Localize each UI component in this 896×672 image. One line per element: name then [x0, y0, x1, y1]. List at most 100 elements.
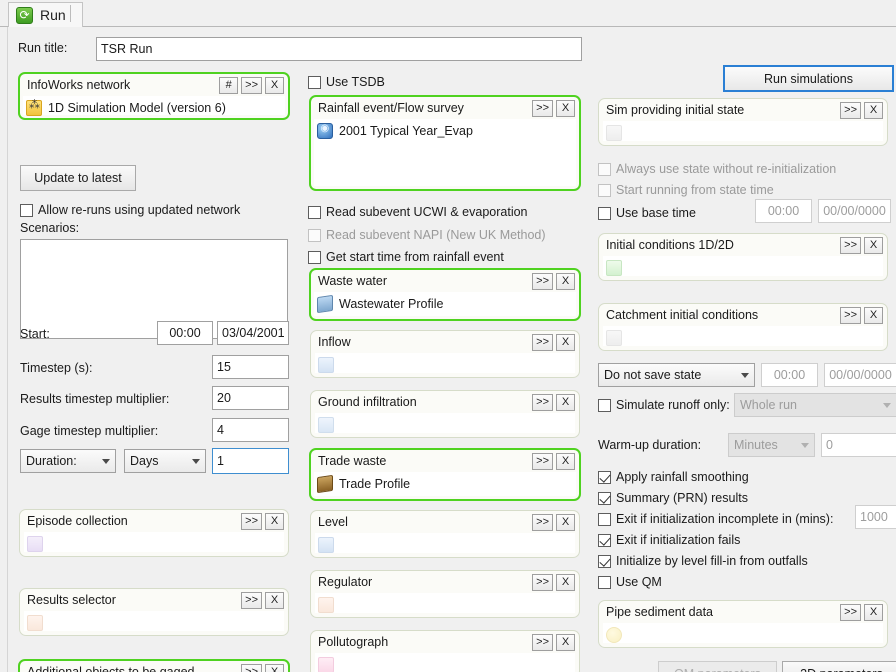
results-selector-clear-button[interactable]: X — [265, 591, 284, 609]
pollutograph-group[interactable]: Pollutograph >> X — [310, 630, 580, 672]
additional-objects-group[interactable]: Additional objects to be gaged >> X Trea… — [18, 659, 290, 672]
exit-if-init-incomplete-input[interactable] — [855, 505, 896, 529]
list-item[interactable]: 2001 Typical Year_Evap — [317, 121, 573, 140]
inflow-group[interactable]: Inflow >> X — [310, 330, 580, 378]
waste-water-group[interactable]: Waste water >> X Wastewater Profile — [309, 268, 581, 321]
results-selector-browse-button[interactable]: >> — [241, 591, 262, 609]
initial-conditions-list[interactable] — [603, 256, 883, 276]
ground-infiltration-clear-button[interactable]: X — [556, 393, 575, 411]
gage-multiplier-input[interactable] — [212, 418, 289, 442]
sim-initial-state-browse-button[interactable]: >> — [840, 101, 861, 119]
rainfall-browse-button[interactable]: >> — [532, 99, 553, 117]
get-start-time-checkbox[interactable]: Get start time from rainfall event — [308, 247, 504, 267]
save-state-date-input[interactable] — [824, 363, 896, 387]
ground-infiltration-group[interactable]: Ground infiltration >> X — [310, 390, 580, 438]
regulator-clear-button[interactable]: X — [556, 573, 575, 591]
read-subevent-ucwi-checkbox[interactable]: Read subevent UCWI & evaporation — [308, 202, 528, 222]
additional-objects-browse-button[interactable]: >> — [241, 663, 262, 672]
rainfall-clear-button[interactable]: X — [556, 99, 575, 117]
pipe-sediment-browse-button[interactable]: >> — [840, 603, 861, 621]
episode-collection-group[interactable]: Episode collection >> X — [19, 509, 289, 557]
allow-reruns-checkbox[interactable]: Allow re-runs using updated network — [20, 200, 240, 220]
timestep-input[interactable] — [212, 355, 289, 379]
start-date-input[interactable] — [217, 321, 289, 345]
pipe-sediment-list[interactable] — [603, 623, 883, 643]
base-time-input[interactable] — [755, 199, 812, 223]
inflow-browse-button[interactable]: >> — [532, 333, 553, 351]
initial-conditions-clear-button[interactable]: X — [864, 236, 883, 254]
level-list[interactable] — [315, 533, 575, 553]
infoworks-hash-button[interactable]: # — [219, 76, 239, 94]
update-to-latest-button[interactable]: Update to latest — [20, 165, 136, 191]
summary-prn-results-checkbox[interactable]: Summary (PRN) results — [598, 488, 748, 508]
ground-infiltration-list[interactable] — [315, 413, 575, 433]
trade-waste-clear-button[interactable]: X — [556, 452, 575, 470]
list-item[interactable]: Trade Profile — [317, 474, 573, 493]
pipe-sediment-group[interactable]: Pipe sediment data >> X — [598, 600, 888, 648]
infoworks-network-list[interactable]: 1D Simulation Model (version 6) — [23, 96, 285, 117]
inflow-list[interactable] — [315, 353, 575, 373]
duration-value-input[interactable] — [212, 448, 289, 474]
catchment-initial-list[interactable] — [603, 326, 883, 346]
results-selector-list[interactable] — [24, 611, 284, 631]
warmup-value-input[interactable] — [821, 433, 896, 457]
level-clear-button[interactable]: X — [556, 513, 575, 531]
trade-waste-browse-button[interactable]: >> — [532, 452, 553, 470]
regulator-list[interactable] — [315, 593, 575, 613]
inflow-clear-button[interactable]: X — [556, 333, 575, 351]
episode-clear-button[interactable]: X — [265, 512, 284, 530]
sim-initial-state-list[interactable] — [603, 121, 883, 141]
results-multiplier-input[interactable] — [212, 386, 289, 410]
initial-conditions-group[interactable]: Initial conditions 1D/2D >> X — [598, 233, 888, 281]
episode-browse-button[interactable]: >> — [241, 512, 262, 530]
use-base-time-checkbox[interactable]: Use base time — [598, 203, 696, 223]
catchment-initial-clear-button[interactable]: X — [864, 306, 883, 324]
infoworks-browse-button[interactable]: >> — [241, 76, 262, 94]
results-selector-group[interactable]: Results selector >> X — [19, 588, 289, 636]
infoworks-network-group[interactable]: InfoWorks network # >> X 1D Simulation M… — [18, 72, 290, 120]
duration-unit-select[interactable]: Days — [124, 449, 206, 473]
episode-collection-list[interactable] — [24, 532, 284, 552]
trade-waste-list[interactable]: Trade Profile — [314, 472, 576, 496]
use-tsdb-checkbox[interactable]: Use TSDB — [308, 72, 385, 92]
exit-if-init-fails-checkbox[interactable]: Exit if initialization fails — [598, 530, 740, 550]
list-item[interactable]: Wastewater Profile — [317, 294, 573, 313]
waste-water-browse-button[interactable]: >> — [532, 272, 553, 290]
waste-water-list[interactable]: Wastewater Profile — [314, 292, 576, 316]
start-time-input[interactable] — [157, 321, 213, 345]
tab-run[interactable]: ⟳ Run — [8, 2, 83, 27]
exit-if-init-incomplete-checkbox[interactable]: Exit if initialization incomplete in (mi… — [598, 509, 833, 529]
sim-initial-state-group[interactable]: Sim providing initial state >> X — [598, 98, 888, 146]
run-title-input[interactable] — [96, 37, 582, 61]
run-simulations-button[interactable]: Run simulations — [723, 65, 894, 92]
level-browse-button[interactable]: >> — [532, 513, 553, 531]
apply-rainfall-smoothing-checkbox[interactable]: Apply rainfall smoothing — [598, 467, 749, 487]
regulator-group[interactable]: Regulator >> X — [310, 570, 580, 618]
initial-conditions-browse-button[interactable]: >> — [840, 236, 861, 254]
ground-infiltration-browse-button[interactable]: >> — [532, 393, 553, 411]
duration-mode-select[interactable]: Duration: — [20, 449, 116, 473]
2d-parameters-button[interactable]: 2D parameters — [782, 661, 896, 672]
rainfall-event-group[interactable]: Rainfall event/Flow survey >> X 2001 Typ… — [309, 95, 581, 191]
pollutograph-browse-button[interactable]: >> — [532, 633, 553, 651]
pollutograph-list[interactable] — [315, 653, 575, 672]
pollutograph-clear-button[interactable]: X — [556, 633, 575, 651]
waste-water-clear-button[interactable]: X — [556, 272, 575, 290]
list-item[interactable]: 1D Simulation Model (version 6) — [26, 98, 282, 117]
infoworks-clear-button[interactable]: X — [265, 76, 284, 94]
catchment-initial-browse-button[interactable]: >> — [840, 306, 861, 324]
trade-waste-group[interactable]: Trade waste >> X Trade Profile — [309, 448, 581, 501]
save-state-select[interactable]: Do not save state — [598, 363, 755, 387]
additional-objects-clear-button[interactable]: X — [265, 663, 284, 672]
level-group[interactable]: Level >> X — [310, 510, 580, 558]
base-date-input[interactable] — [818, 199, 891, 223]
use-qm-checkbox[interactable]: Use QM — [598, 572, 662, 592]
rainfall-event-list[interactable]: 2001 Typical Year_Evap — [314, 119, 576, 186]
pipe-sediment-clear-button[interactable]: X — [864, 603, 883, 621]
regulator-browse-button[interactable]: >> — [532, 573, 553, 591]
save-state-time-input[interactable] — [761, 363, 818, 387]
sim-initial-state-clear-button[interactable]: X — [864, 101, 883, 119]
catchment-initial-group[interactable]: Catchment initial conditions >> X — [598, 303, 888, 351]
simulate-runoff-checkbox[interactable]: Simulate runoff only: — [598, 395, 730, 415]
initialize-level-fill-in-checkbox[interactable]: Initialize by level fill-in from outfall… — [598, 551, 808, 571]
